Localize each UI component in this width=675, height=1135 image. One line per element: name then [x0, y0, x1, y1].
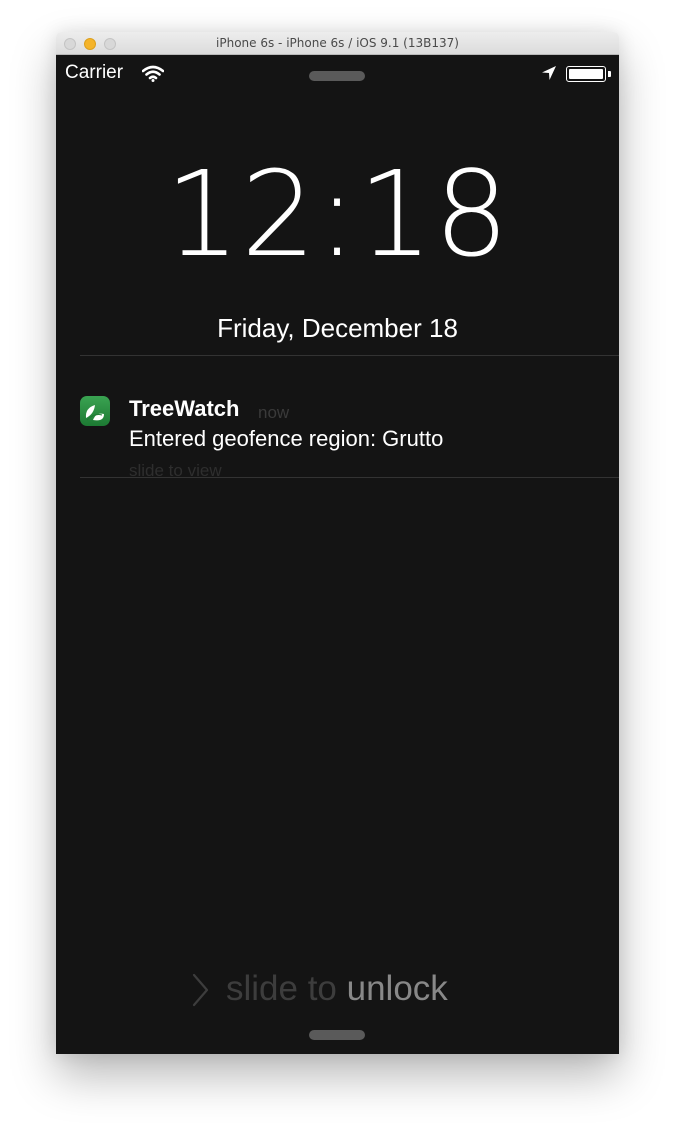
lock-date: Friday, December 18 — [217, 313, 458, 343]
notification-hint: slide to view — [129, 461, 222, 480]
lock-clock: 12:18 — [164, 145, 511, 283]
notification-time: now — [258, 403, 290, 422]
notification-divider-bottom — [80, 477, 619, 478]
window-titlebar[interactable]: iPhone 6s - iPhone 6s / iOS 9.1 (13B137) — [56, 32, 619, 55]
lock-screen: Carrier 12:18 Friday, December 18 TreeWa… — [56, 55, 619, 1054]
window-title: iPhone 6s - iPhone 6s / iOS 9.1 (13B137) — [216, 36, 459, 50]
control-center-grabber[interactable] — [309, 1030, 365, 1040]
unlock-text-bright: unlock — [346, 969, 448, 1008]
unlock-text-dim: slide to — [226, 969, 347, 1008]
carrier-label: Carrier — [65, 62, 124, 83]
simulator-window: iPhone 6s - iPhone 6s / iOS 9.1 (13B137)… — [56, 32, 619, 1054]
battery-tip — [608, 71, 611, 77]
notification-center-grabber[interactable] — [309, 71, 365, 81]
chevron-right-icon — [192, 973, 209, 1007]
slide-to-unlock[interactable]: slide to unlock — [226, 969, 448, 1009]
notification-message: Entered geofence region: Grutto — [129, 426, 444, 451]
notification-divider-top — [80, 355, 619, 356]
battery-icon — [566, 66, 606, 82]
battery-level — [569, 69, 603, 79]
notification-app-name: TreeWatch — [129, 396, 240, 421]
treewatch-leaf-icon — [80, 396, 110, 426]
wifi-icon — [142, 65, 164, 82]
location-arrow-icon — [542, 66, 556, 80]
